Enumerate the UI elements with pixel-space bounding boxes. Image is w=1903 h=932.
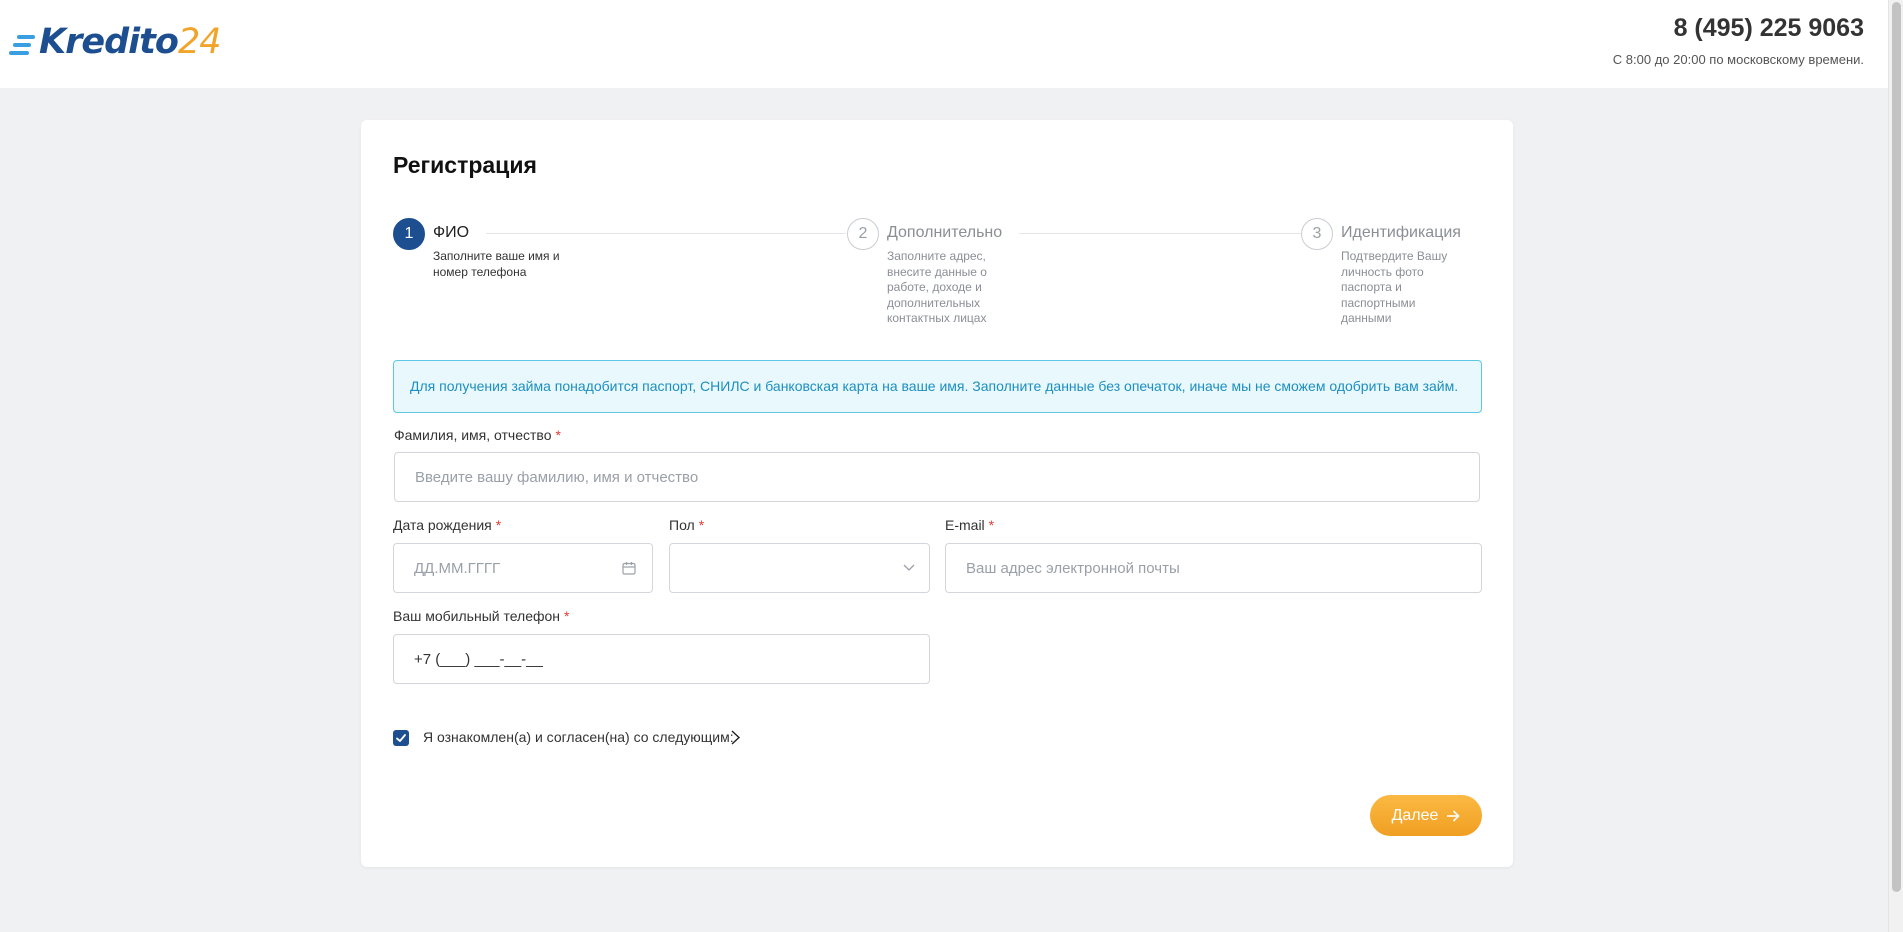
calendar-icon[interactable]	[622, 561, 636, 580]
step-description: Заполните адрес, внесите данные о работе…	[887, 249, 987, 325]
registration-card: Регистрация 1 ФИО Заполните ваше имя и н…	[361, 120, 1513, 867]
fullname-label: Фамилия, имя, отчество *	[394, 427, 561, 443]
fullname-label-text: Фамилия, имя, отчество	[394, 427, 552, 443]
page-scrollbar[interactable]	[1888, 0, 1903, 932]
agreement-label[interactable]: Я ознакомлен(а) и согласен(на) со следую…	[423, 729, 734, 745]
step-connector	[1019, 233, 1301, 234]
email-label: E-mail *	[945, 517, 994, 533]
scrollbar-thumb[interactable]	[1892, 2, 1901, 892]
page-title: Регистрация	[393, 152, 537, 178]
info-notice: Для получения займа понадобится паспорт,…	[393, 360, 1482, 413]
step-title: Дополнительно	[887, 224, 1003, 241]
step-connector	[486, 233, 846, 234]
required-mark: *	[988, 517, 995, 533]
birthdate-label-text: Дата рождения	[393, 517, 492, 533]
required-mark: *	[555, 427, 561, 443]
logo-speed-lines-icon	[9, 33, 37, 59]
checkmark-icon	[396, 734, 406, 742]
gender-label-text: Пол	[669, 517, 695, 533]
phone-label: Ваш мобильный телефон *	[393, 608, 569, 624]
phone-input[interactable]	[393, 634, 930, 684]
chevron-down-icon	[903, 560, 915, 578]
required-mark: *	[564, 608, 570, 624]
email-label-text: E-mail	[945, 517, 985, 533]
step-description: Подтвердите Вашу личность фото паспорта …	[1341, 249, 1448, 325]
email-input[interactable]	[945, 543, 1482, 593]
step-number: 3	[1301, 218, 1333, 250]
support-phone[interactable]: 8 (495) 225 9063	[1674, 14, 1864, 43]
arrow-right-icon	[1447, 809, 1461, 822]
logo[interactable]: Kredito24	[9, 20, 221, 64]
next-button-label: Далее	[1391, 806, 1439, 824]
logo-brand: Kredito	[39, 22, 179, 62]
step-number: 1	[393, 218, 425, 250]
step-description: Заполните ваше имя и номер телефона	[433, 249, 560, 279]
step-number: 2	[847, 218, 879, 250]
step-title: Идентификация	[1341, 224, 1461, 241]
step-title: ФИО	[433, 224, 470, 241]
phone-label-text: Ваш мобильный телефон	[393, 608, 561, 624]
required-mark: *	[698, 517, 705, 533]
site-header: Kredito24 8 (495) 225 9063 С 8:00 до 20:…	[0, 0, 1888, 88]
agreement-checkbox[interactable]	[393, 730, 409, 746]
gender-label: Пол *	[669, 517, 704, 533]
chevron-right-icon[interactable]	[729, 729, 741, 747]
birthdate-label: Дата рождения *	[393, 517, 501, 533]
gender-select[interactable]	[669, 543, 930, 593]
support-hours: С 8:00 до 20:00 по московскому времени.	[1612, 52, 1864, 67]
fullname-input[interactable]	[394, 452, 1480, 502]
birthdate-input[interactable]	[393, 543, 653, 593]
logo-text: Kredito24	[39, 20, 221, 64]
required-mark: *	[495, 517, 502, 533]
next-button[interactable]: Далее	[1370, 795, 1482, 836]
logo-number: 24	[177, 22, 222, 62]
